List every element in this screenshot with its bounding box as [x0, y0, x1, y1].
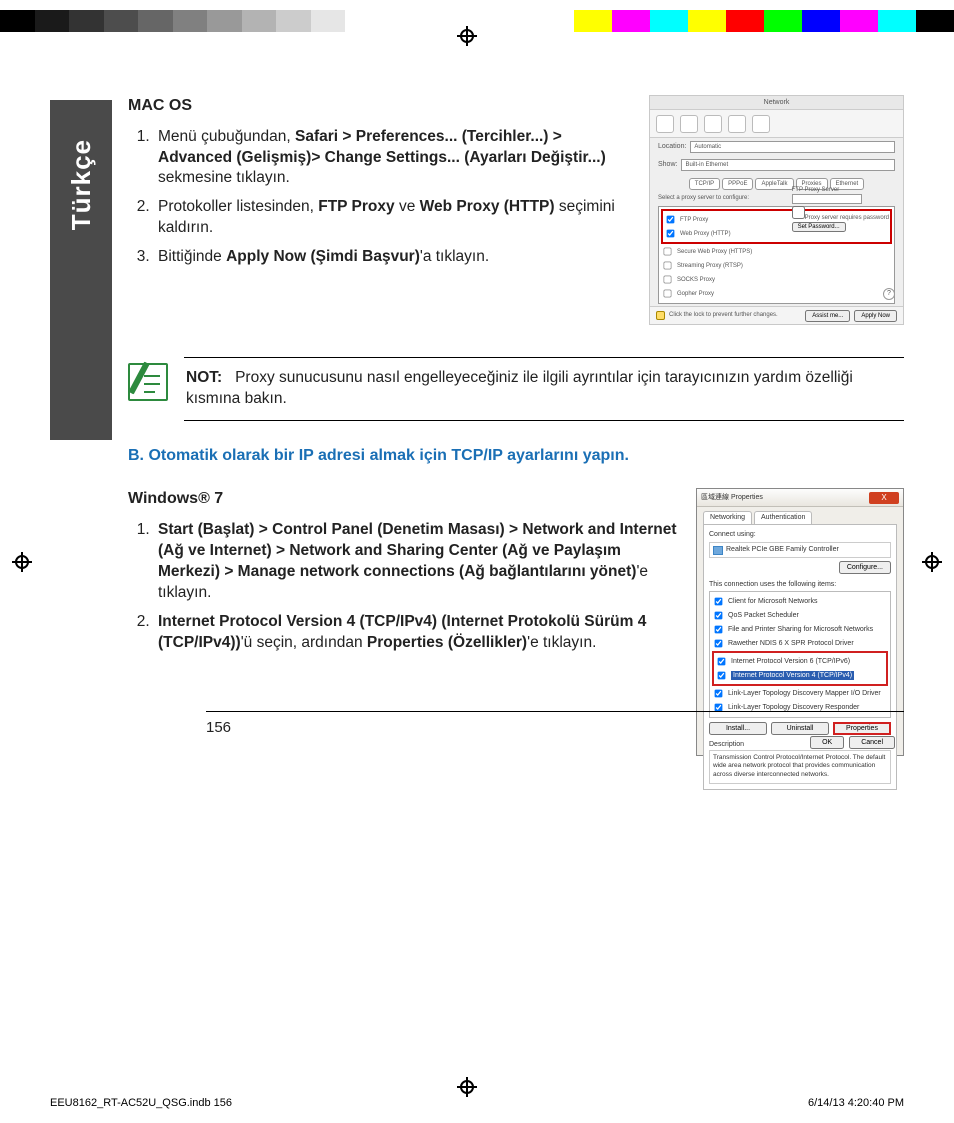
color-bar [0, 10, 954, 32]
help-icon: ? [883, 288, 895, 300]
note-box: NOT: Proxy sunucusunu nasıl engelleyeceğ… [128, 357, 904, 421]
win-title: 區域連線 Properties [701, 493, 869, 502]
startup-icon [752, 115, 770, 133]
close-icon: X [869, 492, 899, 504]
macos-step-3: Bittiğinde Apply Now (Şimdi Başvur)'a tı… [154, 247, 635, 268]
registration-mark-bottom [457, 1077, 477, 1097]
ftp-proxy-server-pane: FTP Proxy Server Proxy server requires p… [792, 186, 889, 232]
page-number: 156 [206, 711, 904, 738]
tab-networking: Networking [703, 511, 752, 523]
description-box: Transmission Control Protocol/Internet P… [709, 750, 891, 784]
location-select: Automatic [690, 141, 895, 153]
macos-screenshot: Network Location:Automatic Show:Built-in… [649, 95, 904, 325]
tab-authentication: Authentication [754, 511, 812, 523]
macos-step-2: Protokoller listesinden, FTP Proxy ve We… [154, 197, 635, 239]
configure-button: Configure... [839, 561, 891, 574]
language-label: Türkçe [66, 139, 97, 230]
apply-now-button: Apply Now [854, 310, 897, 322]
footer-right: 6/14/13 4:20:40 PM [808, 1097, 904, 1109]
macos-heading: MAC OS [128, 95, 635, 117]
network-icon [728, 115, 746, 133]
windows-step-1: Start (Başlat) > Control Panel (Denetim … [154, 520, 682, 604]
note-icon [128, 363, 168, 401]
mac-window-title: Network [650, 96, 903, 110]
connection-items: Client for Microsoft Networks QoS Packet… [709, 591, 891, 718]
displays-icon [680, 115, 698, 133]
macos-steps: Menü çubuğundan, Safari > Preferences...… [128, 127, 635, 269]
section-b-heading: B. Otomatik olarak bir IP adresi almak i… [128, 445, 904, 467]
windows-heading: Windows® 7 [128, 488, 682, 510]
lock-icon [656, 311, 665, 320]
show-select: Built-in Ethernet [681, 159, 895, 171]
showall-icon [656, 115, 674, 133]
footer-left: EEU8162_RT-AC52U_QSG.indb 156 [50, 1097, 232, 1109]
registration-mark-top [457, 26, 477, 46]
print-footer: EEU8162_RT-AC52U_QSG.indb 156 6/14/13 4:… [50, 1097, 904, 1109]
registration-mark-right [922, 552, 942, 572]
sound-icon [704, 115, 722, 133]
note-body: Proxy sunucusunu nasıl engelleyeceğiniz … [186, 369, 853, 407]
nic-icon [713, 546, 723, 555]
adapter-field: Realtek PCIe GBE Family Controller [709, 542, 891, 557]
note-label: NOT: [186, 369, 222, 386]
macos-step-1: Menü çubuğundan, Safari > Preferences...… [154, 127, 635, 190]
assist-button: Assist me... [805, 310, 850, 322]
language-side-tab: Türkçe [50, 100, 112, 440]
registration-mark-left [12, 552, 32, 572]
windows-steps: Start (Başlat) > Control Panel (Denetim … [128, 520, 682, 654]
mac-toolbar [650, 110, 903, 138]
set-password-button: Set Password... [792, 222, 846, 232]
tcpip-highlight: Internet Protocol Version 6 (TCP/IPv6) I… [712, 651, 888, 686]
windows-step-2: Internet Protocol Version 4 (TCP/IPv4) (… [154, 612, 682, 654]
